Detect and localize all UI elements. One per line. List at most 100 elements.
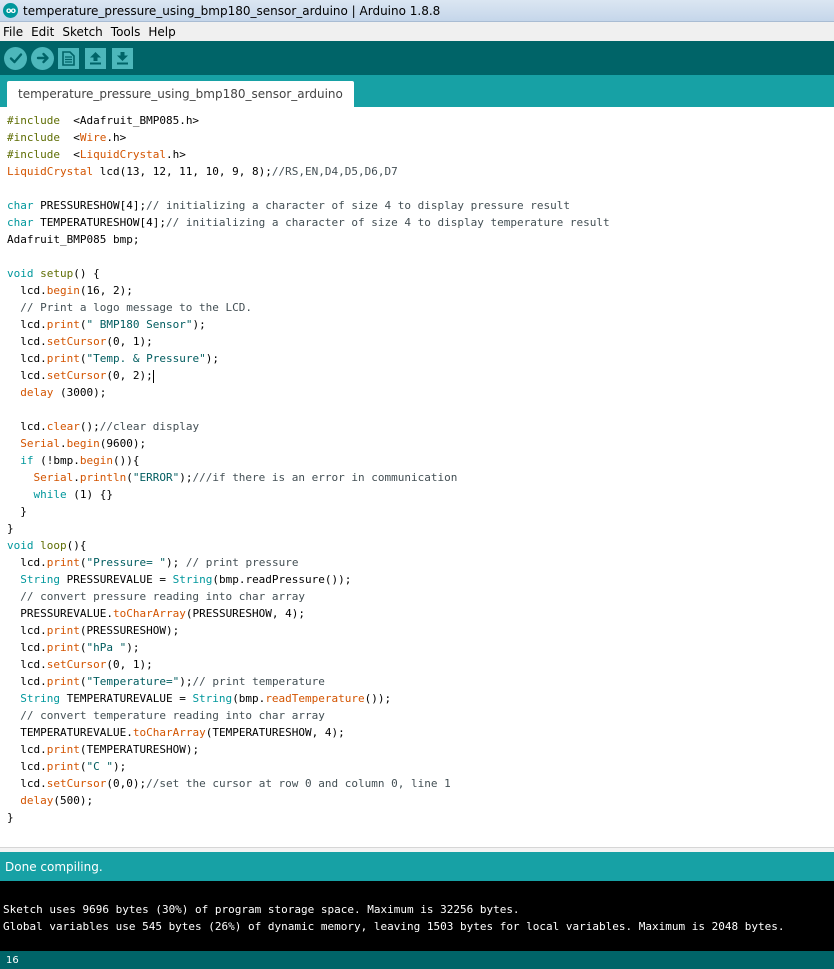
code-token: () { [73, 267, 100, 280]
code-token: "Temp. & Pressure" [86, 352, 206, 365]
code-line: lcd.print("Temp. & Pressure"); [0, 350, 834, 367]
code-token: // print pressure [185, 556, 299, 569]
code-token: ( [79, 641, 87, 654]
code-line: } [0, 520, 834, 537]
menu-edit[interactable]: Edit [27, 25, 58, 39]
code-token: ( [79, 318, 87, 331]
code-token: readTemperature [265, 692, 365, 705]
code-token: String [7, 692, 60, 705]
code-line: TEMPERATUREVALUE.toCharArray(TEMPERATURE… [0, 724, 834, 741]
code-token: #include [7, 148, 60, 161]
code-editor[interactable]: #include <Adafruit_BMP085.h> #include <Wi… [0, 107, 834, 847]
tab-sketch[interactable]: temperature_pressure_using_bmp180_sensor… [7, 81, 354, 107]
save-button[interactable] [112, 47, 133, 69]
code-token: } [7, 505, 27, 518]
code-token: lcd(13, 12, 11, 10, 9, 8); [93, 165, 272, 178]
code-token: (TEMPERATURESHOW, 4); [205, 726, 345, 739]
code-token: print [46, 352, 80, 365]
code-line: LiquidCrystal lcd(13, 12, 11, 10, 9, 8);… [0, 163, 834, 180]
toolbar [0, 41, 834, 75]
code-token: String [172, 573, 213, 586]
code-line: void loop(){ [0, 537, 834, 554]
code-line: if (!bmp.begin()){ [0, 452, 834, 469]
code-token: Serial [7, 471, 74, 484]
code-line: lcd.print("hPa "); [0, 639, 834, 656]
verify-button[interactable] [4, 46, 27, 70]
code-token: print [46, 743, 80, 756]
text-caret [152, 369, 154, 383]
code-token: ); [165, 556, 186, 569]
footer-bar: 16 [0, 951, 834, 969]
code-line: lcd.print(PRESSURESHOW); [0, 622, 834, 639]
code-token: lcd. [7, 352, 47, 365]
code-token: print [46, 641, 80, 654]
code-token: ( [79, 675, 87, 688]
menu-file[interactable]: File [0, 25, 27, 39]
code-token: lcd. [7, 556, 47, 569]
code-token: print [46, 675, 80, 688]
code-token: // convert pressure reading into char ar… [7, 590, 306, 603]
code-line: void setup() { [0, 265, 834, 282]
code-token: < [59, 131, 80, 144]
code-token: PRESSURESHOW[4]; [33, 199, 147, 212]
code-token: (16, 2); [79, 284, 133, 297]
menu-help[interactable]: Help [144, 25, 179, 39]
code-token: PRESSUREVALUE. [7, 607, 113, 620]
code-line: lcd.print("C "); [0, 758, 834, 775]
code-token: setup [40, 267, 74, 280]
code-line: String TEMPERATUREVALUE = String(bmp.rea… [0, 690, 834, 707]
console-line: Sketch uses 9696 bytes (30%) of program … [3, 903, 520, 916]
code-token: String [192, 692, 233, 705]
code-line: lcd.print("Pressure= "); // print pressu… [0, 554, 834, 571]
code-token: lcd. [7, 369, 47, 382]
code-token: (3000); [53, 386, 107, 399]
code-line: String PRESSUREVALUE = String(bmp.readPr… [0, 571, 834, 588]
code-token: TEMPERATUREVALUE. [7, 726, 133, 739]
menu-tools[interactable]: Tools [107, 25, 145, 39]
code-token: loop [40, 539, 67, 552]
code-token: // Print a logo message to the LCD. [7, 301, 253, 314]
code-token: delay [7, 386, 54, 399]
tab-strip: temperature_pressure_using_bmp180_sensor… [0, 75, 834, 107]
code-token: // initializing a character of size 4 to… [165, 216, 610, 229]
code-token: "C " [86, 760, 114, 773]
code-token: print [46, 760, 80, 773]
code-token: TEMPERATURESHOW[4]; [33, 216, 166, 229]
code-token: (){ [66, 539, 87, 552]
code-token: } [7, 811, 14, 824]
new-button[interactable] [58, 47, 79, 69]
console-output[interactable]: Sketch uses 9696 bytes (30%) of program … [0, 881, 834, 951]
code-token: (PRESSURESHOW, 4); [185, 607, 306, 620]
code-token: toCharArray [132, 726, 206, 739]
upload-button[interactable] [31, 46, 54, 70]
code-token: . [59, 437, 67, 450]
code-token: ); [205, 352, 219, 365]
code-token: (TEMPERATURESHOW); [79, 743, 200, 756]
code-token: // convert temperature reading into char… [7, 709, 325, 722]
code-line: char PRESSURESHOW[4];// initializing a c… [0, 197, 834, 214]
tab-label: temperature_pressure_using_bmp180_sensor… [18, 87, 343, 101]
code-line: Serial.begin(9600); [0, 435, 834, 452]
code-token: toCharArray [112, 607, 186, 620]
code-token: //clear display [99, 420, 200, 433]
console-line: Global variables use 545 bytes (26%) of … [3, 920, 785, 933]
code-line: lcd.print(TEMPERATURESHOW); [0, 741, 834, 758]
code-token: void [7, 267, 34, 280]
code-token: lcd. [7, 777, 47, 790]
code-token: < [59, 148, 80, 161]
code-token: setCursor [46, 658, 107, 671]
code-line: // convert temperature reading into char… [0, 707, 834, 724]
code-token: (500); [53, 794, 94, 807]
code-token: (); [79, 420, 100, 433]
code-token: lcd. [7, 658, 47, 671]
open-button[interactable] [85, 47, 106, 69]
code-token: print [46, 624, 80, 637]
code-token: delay [7, 794, 54, 807]
code-token: (0, 1); [106, 335, 153, 348]
code-token: lcd. [7, 743, 47, 756]
code-token: "hPa " [86, 641, 127, 654]
menu-sketch[interactable]: Sketch [58, 25, 106, 39]
